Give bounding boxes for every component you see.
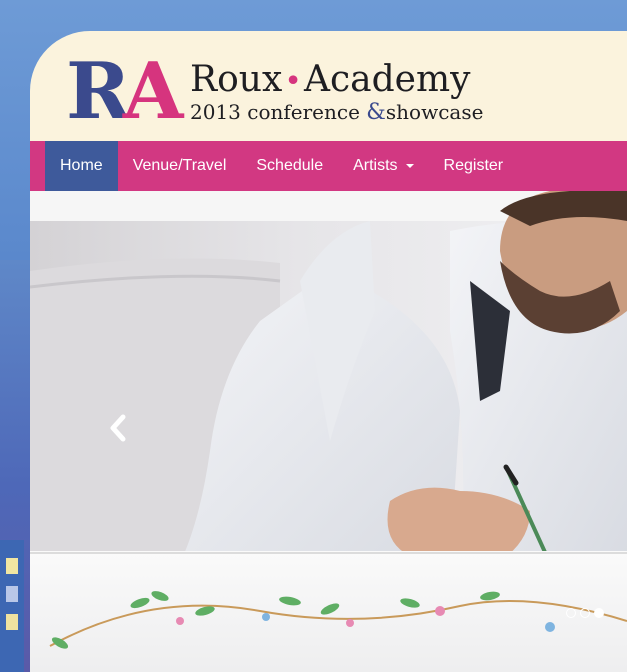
carousel-indicator[interactable] <box>580 608 590 618</box>
nav-home[interactable]: Home <box>45 141 118 191</box>
nav-schedule[interactable]: Schedule <box>241 141 338 191</box>
caret-down-icon <box>405 164 414 168</box>
building-illustration <box>0 540 24 672</box>
site-name: Roux•Academy <box>190 61 483 101</box>
logo-monogram-r: R <box>66 46 131 137</box>
nav-artists-label: Artists <box>353 157 398 174</box>
site-name-part2: Academy <box>303 59 471 100</box>
main-navbar: Home Venue/Travel Schedule Artists Regis… <box>30 141 627 191</box>
logo-monogram-a: A <box>122 46 183 137</box>
site-container: RA Roux•Academy 2013 conference &showcas… <box>30 31 627 672</box>
site-logo[interactable]: RA <box>66 53 183 131</box>
carousel-indicator[interactable] <box>566 608 576 618</box>
logo-monogram: RA <box>66 53 183 131</box>
site-brand: Roux•Academy 2013 conference &showcase <box>190 61 483 124</box>
tagline-rest: showcase <box>385 100 484 124</box>
site-name-part1: Roux <box>190 59 283 100</box>
carousel-indicator-active[interactable] <box>594 608 604 618</box>
hero-carousel[interactable] <box>30 191 627 672</box>
site-name-separator: • <box>284 64 302 99</box>
nav-home-label: Home <box>60 157 103 174</box>
carousel-prev-button[interactable] <box>108 413 132 447</box>
nav-venue-travel-label: Venue/Travel <box>132 157 227 174</box>
building-window <box>6 586 18 602</box>
tagline-ampersand: & <box>366 100 386 125</box>
carousel-indicators <box>566 608 604 618</box>
nav-register[interactable]: Register <box>429 141 519 191</box>
nav-artists-dropdown[interactable]: Artists <box>338 141 428 191</box>
building-window <box>6 558 18 574</box>
nav-schedule-label: Schedule <box>256 157 324 174</box>
tagline-year: 2013 conference <box>190 100 360 124</box>
chevron-left-icon <box>110 414 126 442</box>
nav-register-label: Register <box>443 157 504 174</box>
site-tagline: 2013 conference &showcase <box>190 101 483 124</box>
building-window <box>6 614 18 630</box>
nav-venue-travel[interactable]: Venue/Travel <box>118 141 242 191</box>
